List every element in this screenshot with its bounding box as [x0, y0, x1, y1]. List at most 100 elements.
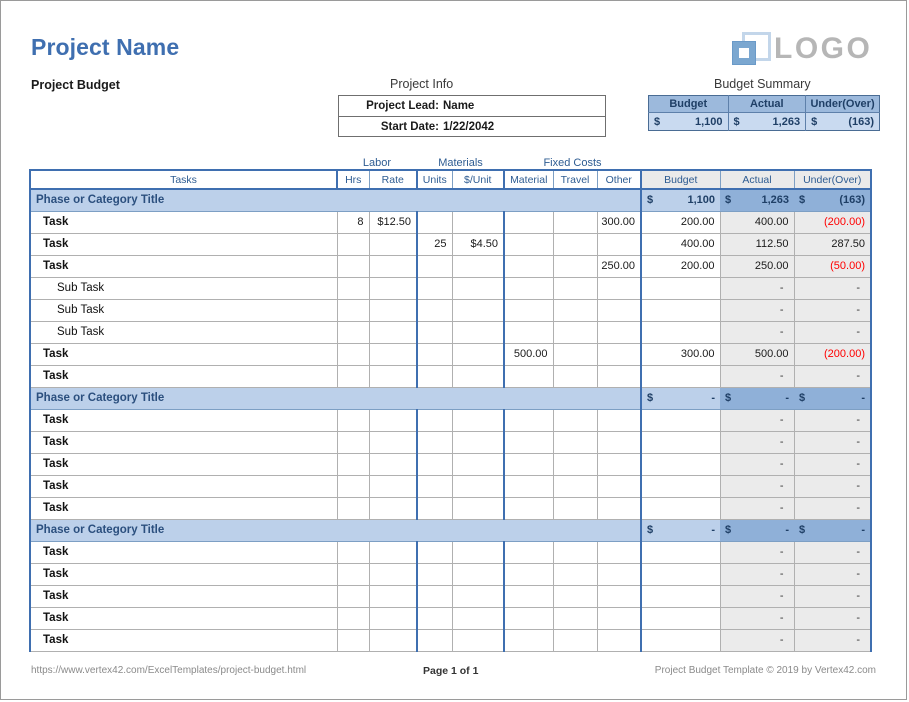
cell-unit-cost[interactable] — [451, 298, 505, 322]
cell-material[interactable] — [503, 408, 554, 432]
cell-units[interactable] — [416, 606, 453, 630]
cell-material[interactable] — [503, 276, 554, 300]
cell-budget[interactable] — [640, 606, 721, 630]
task-name[interactable]: Task — [29, 584, 338, 608]
cell-actual[interactable]: - — [719, 628, 795, 652]
cell-rate[interactable] — [368, 430, 418, 454]
cell-hrs[interactable] — [336, 540, 370, 564]
phase-title[interactable]: Phase or Category Title — [29, 189, 641, 212]
cell-material[interactable] — [503, 210, 554, 234]
cell-hrs[interactable] — [336, 606, 370, 630]
project-lead-value[interactable]: Name — [443, 96, 597, 116]
cell-actual[interactable]: - — [719, 364, 795, 388]
cell-units[interactable] — [416, 628, 453, 652]
cell-hrs[interactable] — [336, 562, 370, 586]
cell-unit-cost[interactable] — [451, 276, 505, 300]
cell-budget[interactable] — [640, 452, 721, 476]
cell-under-over[interactable]: (50.00) — [793, 254, 872, 278]
cell-travel[interactable] — [552, 408, 598, 432]
cell-material[interactable]: 500.00 — [503, 342, 554, 366]
cell-under-over[interactable]: - — [793, 364, 872, 388]
cell-material[interactable] — [503, 584, 554, 608]
cell-rate[interactable] — [368, 584, 418, 608]
cell-unit-cost[interactable] — [451, 342, 505, 366]
cell-budget[interactable]: 200.00 — [640, 254, 721, 278]
cell-material[interactable] — [503, 496, 554, 520]
cell-hrs[interactable]: 8 — [336, 210, 370, 234]
cell-hrs[interactable] — [336, 276, 370, 300]
cell-units[interactable] — [416, 562, 453, 586]
cell-unit-cost[interactable] — [451, 430, 505, 454]
cell-under-over[interactable]: - — [793, 408, 872, 432]
cell-travel[interactable] — [552, 210, 598, 234]
cell-travel[interactable] — [552, 474, 598, 498]
cell-unit-cost[interactable] — [451, 320, 505, 344]
task-name[interactable]: Task — [29, 452, 338, 476]
cell-under-over[interactable]: - — [793, 430, 872, 454]
cell-hrs[interactable] — [336, 232, 370, 256]
cell-other[interactable] — [596, 606, 642, 630]
cell-under-over[interactable]: - — [793, 320, 872, 344]
cell-budget[interactable] — [640, 320, 721, 344]
cell-rate[interactable] — [368, 298, 418, 322]
cell-travel[interactable] — [552, 628, 598, 652]
cell-hrs[interactable] — [336, 408, 370, 432]
cell-other[interactable] — [596, 298, 642, 322]
cell-under-over[interactable]: - — [793, 276, 872, 300]
task-name[interactable]: Task — [29, 364, 338, 388]
cell-travel[interactable] — [552, 342, 598, 366]
cell-hrs[interactable] — [336, 342, 370, 366]
phase-title[interactable]: Phase or Category Title — [29, 387, 641, 410]
cell-actual[interactable]: - — [719, 276, 795, 300]
cell-actual[interactable]: - — [719, 540, 795, 564]
task-name[interactable]: Task — [29, 496, 338, 520]
cell-rate[interactable] — [368, 254, 418, 278]
cell-budget[interactable] — [640, 562, 721, 586]
cell-other[interactable] — [596, 562, 642, 586]
cell-budget[interactable]: 200.00 — [640, 210, 721, 234]
cell-other[interactable] — [596, 452, 642, 476]
subtask-name[interactable]: Sub Task — [29, 298, 338, 322]
cell-actual[interactable]: - — [719, 474, 795, 498]
cell-material[interactable] — [503, 606, 554, 630]
task-name[interactable]: Task — [29, 408, 338, 432]
cell-unit-cost[interactable] — [451, 210, 505, 234]
task-name[interactable]: Task — [29, 562, 338, 586]
cell-unit-cost[interactable] — [451, 254, 505, 278]
cell-material[interactable] — [503, 232, 554, 256]
cell-units[interactable] — [416, 408, 453, 432]
cell-material[interactable] — [503, 430, 554, 454]
task-name[interactable]: Task — [29, 606, 338, 630]
cell-travel[interactable] — [552, 320, 598, 344]
cell-hrs[interactable] — [336, 320, 370, 344]
cell-hrs[interactable] — [336, 298, 370, 322]
task-name[interactable]: Task — [29, 232, 338, 256]
cell-under-over[interactable]: (200.00) — [793, 210, 872, 234]
cell-units[interactable] — [416, 474, 453, 498]
cell-rate[interactable] — [368, 496, 418, 520]
cell-under-over[interactable]: - — [793, 496, 872, 520]
cell-budget[interactable] — [640, 628, 721, 652]
cell-hrs[interactable] — [336, 254, 370, 278]
cell-travel[interactable] — [552, 298, 598, 322]
task-name[interactable]: Task — [29, 254, 338, 278]
cell-hrs[interactable] — [336, 496, 370, 520]
cell-units[interactable] — [416, 254, 453, 278]
cell-travel[interactable] — [552, 606, 598, 630]
cell-hrs[interactable] — [336, 474, 370, 498]
cell-unit-cost[interactable] — [451, 496, 505, 520]
cell-rate[interactable] — [368, 232, 418, 256]
cell-units[interactable]: 25 — [416, 232, 453, 256]
cell-hrs[interactable] — [336, 430, 370, 454]
cell-budget[interactable]: 400.00 — [640, 232, 721, 256]
cell-rate[interactable] — [368, 606, 418, 630]
cell-other[interactable] — [596, 540, 642, 564]
cell-unit-cost[interactable] — [451, 452, 505, 476]
cell-budget[interactable] — [640, 430, 721, 454]
cell-material[interactable] — [503, 254, 554, 278]
cell-units[interactable] — [416, 540, 453, 564]
cell-travel[interactable] — [552, 562, 598, 586]
cell-actual[interactable]: 500.00 — [719, 342, 795, 366]
cell-rate[interactable] — [368, 540, 418, 564]
phase-title[interactable]: Phase or Category Title — [29, 519, 641, 542]
